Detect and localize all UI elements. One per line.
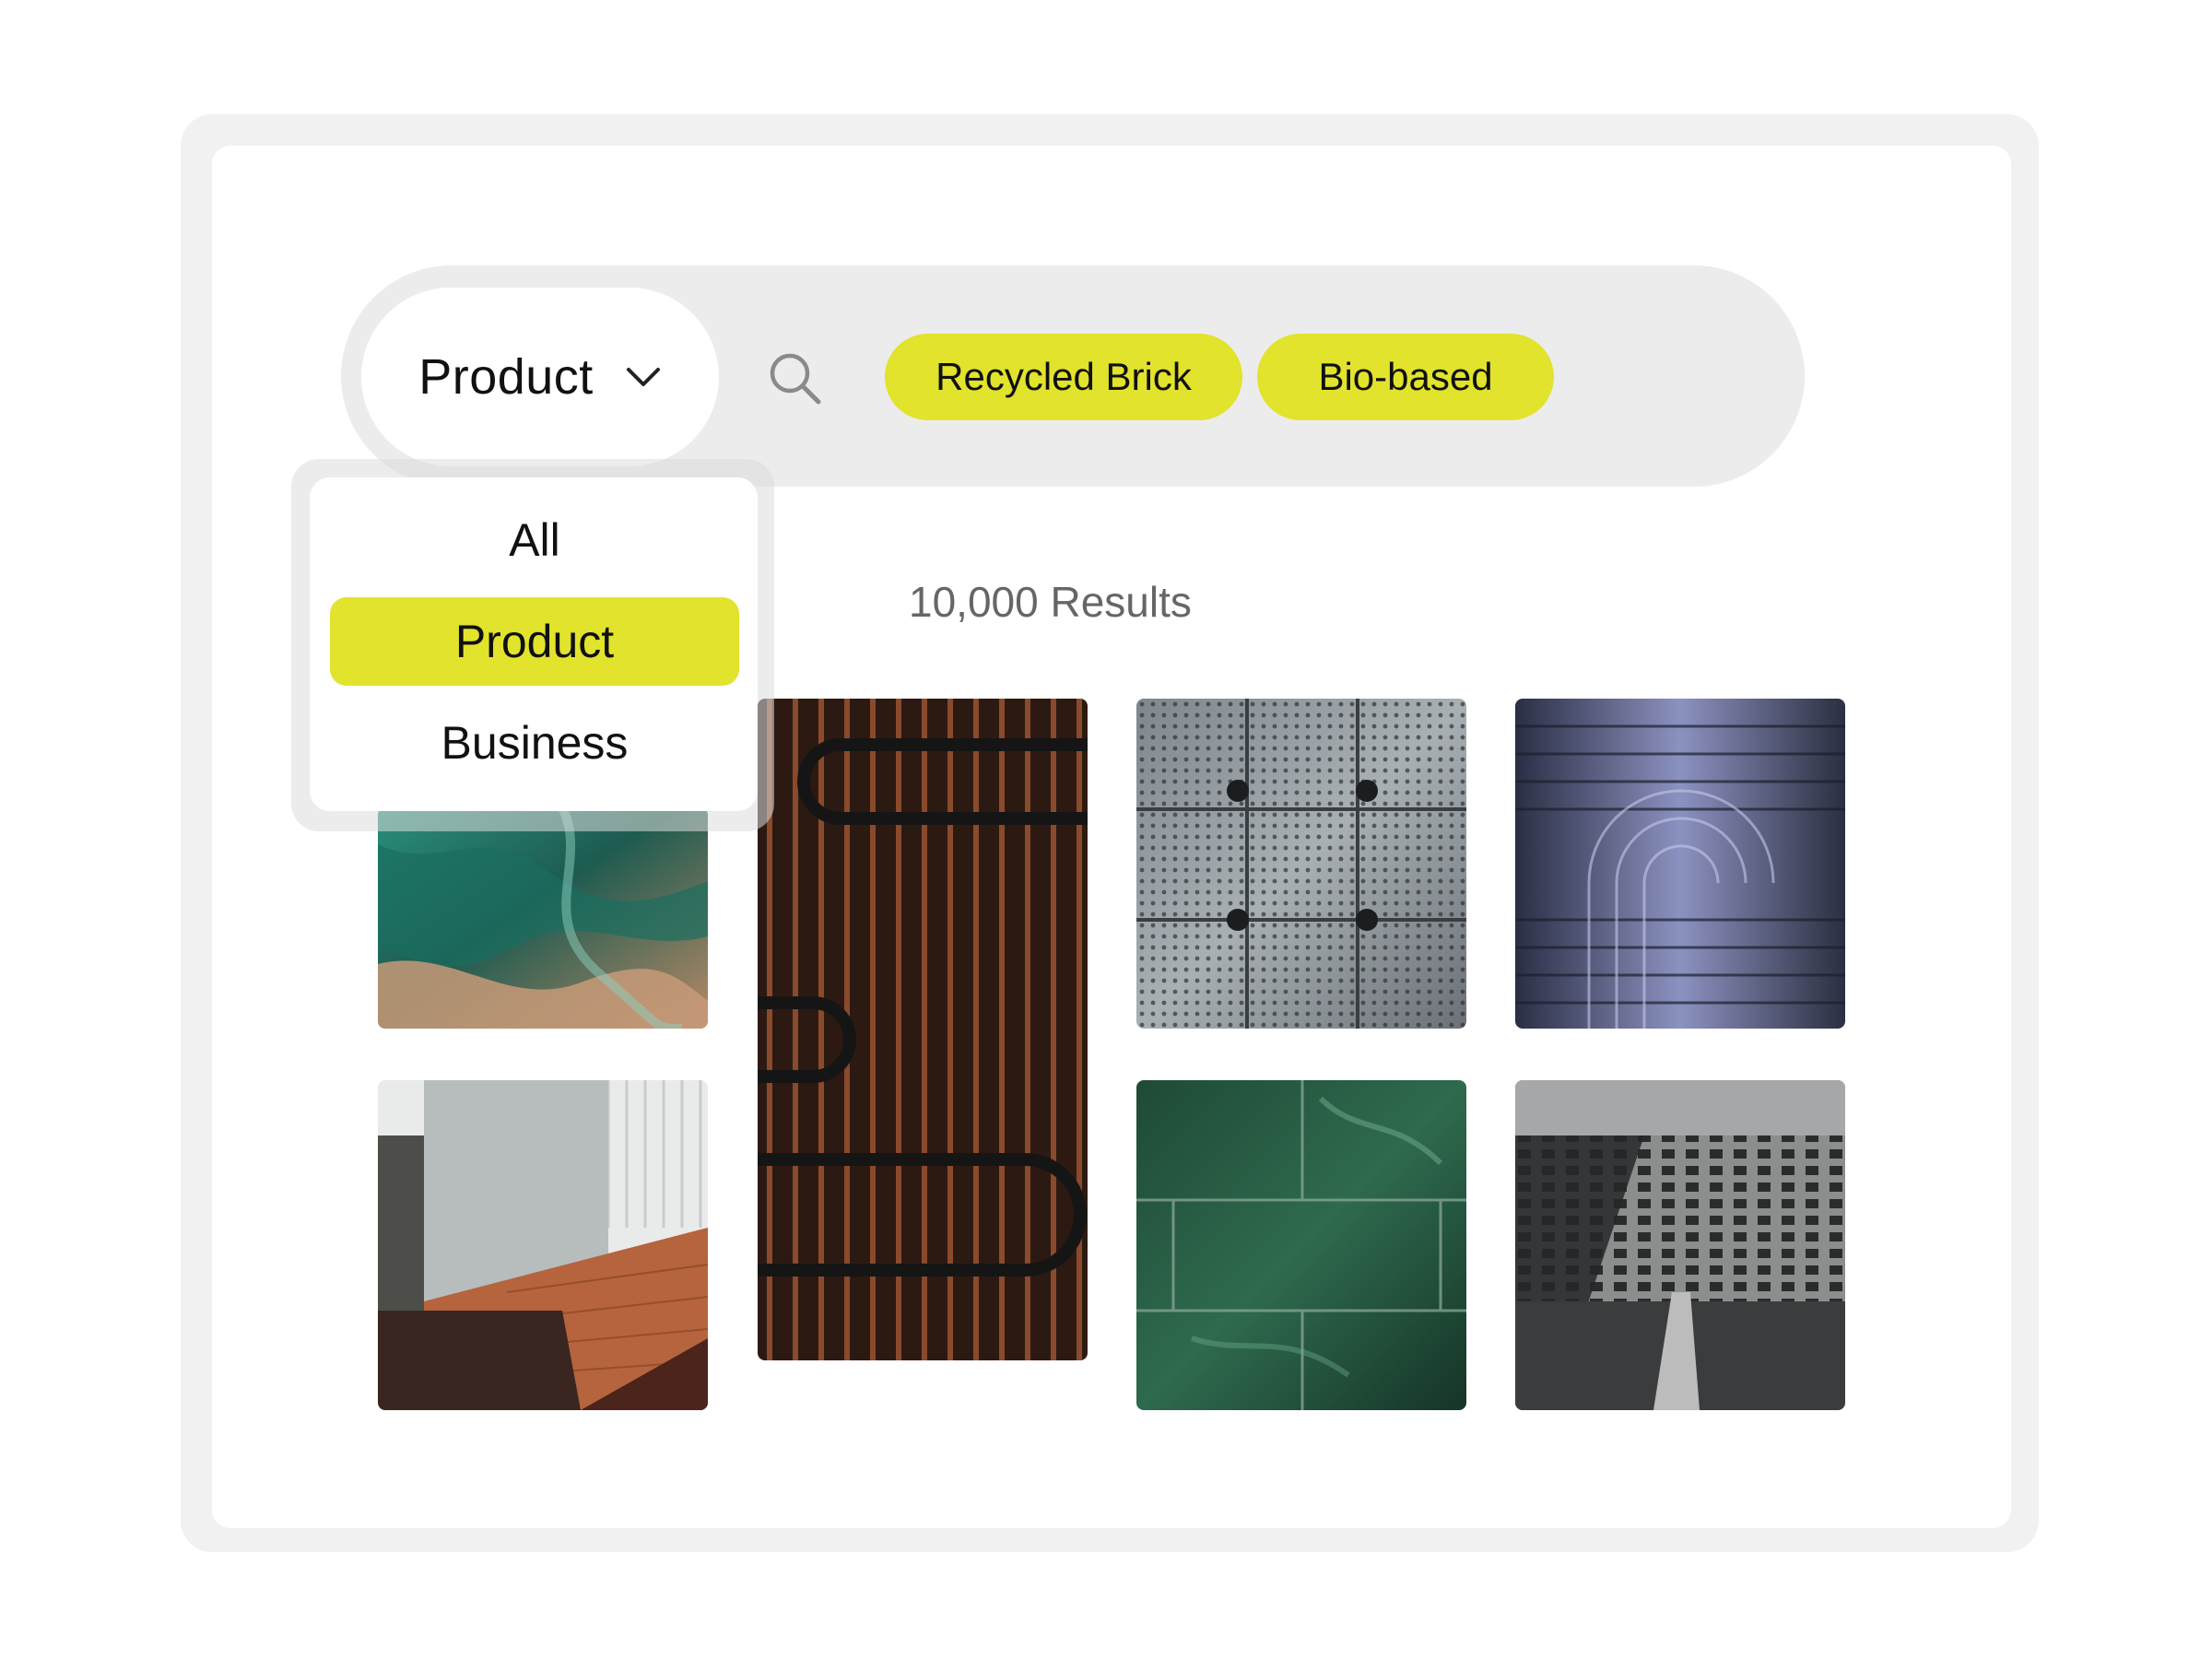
gallery-tile-brick-lattice[interactable] xyxy=(1515,1080,1845,1410)
chevron-down-icon xyxy=(626,368,660,386)
dropdown-option-all[interactable]: All xyxy=(330,496,739,584)
gallery-tile-brick-facade[interactable] xyxy=(378,1080,708,1410)
filter-chip[interactable]: Bio-based xyxy=(1257,334,1554,420)
dropdown-option-business[interactable]: Business xyxy=(330,699,739,787)
gallery-tile-blue-metal[interactable] xyxy=(1515,699,1845,1029)
dropdown-option-product[interactable]: Product xyxy=(330,597,739,686)
scope-dropdown-label: Product xyxy=(418,349,594,405)
gallery-tile-perforated-panel[interactable] xyxy=(1136,699,1466,1029)
gallery-tile-copper-slats[interactable] xyxy=(758,699,1088,1360)
filter-chip[interactable]: Recycled Brick xyxy=(885,334,1242,420)
search-icon[interactable] xyxy=(767,350,822,406)
gallery-tile-green-marble[interactable] xyxy=(1136,1080,1466,1410)
scope-dropdown-menu: All Product Business xyxy=(310,477,758,811)
scope-dropdown-button[interactable]: Product xyxy=(361,288,719,466)
results-count: 10,000 Results xyxy=(909,578,1192,626)
gallery-tile-green-foil[interactable] xyxy=(378,807,708,1029)
